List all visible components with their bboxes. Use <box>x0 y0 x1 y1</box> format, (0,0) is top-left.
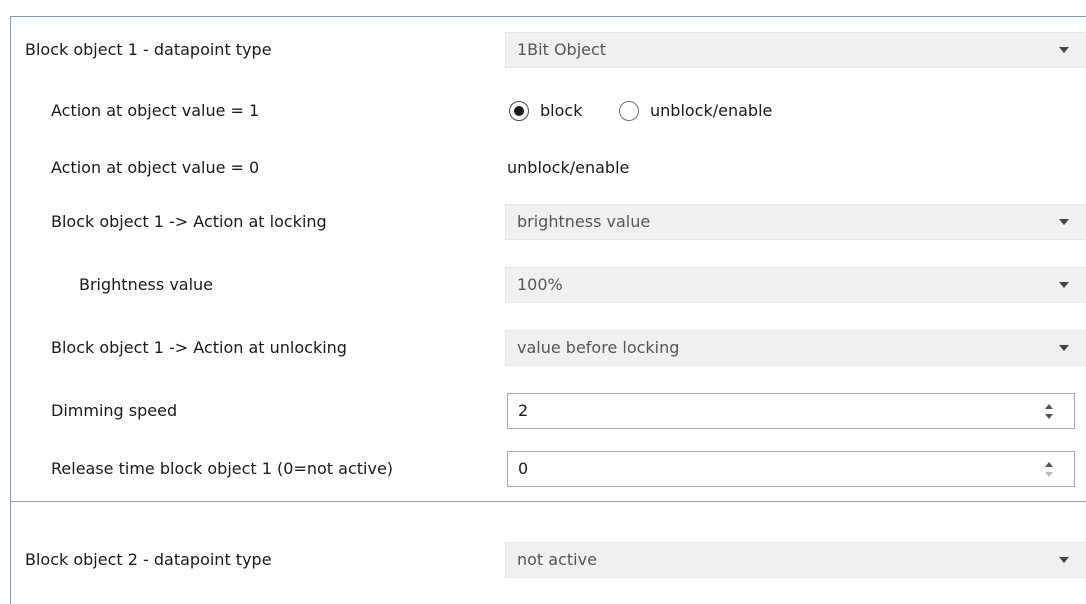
spin-down-icon[interactable] <box>1045 414 1053 419</box>
chevron-down-icon <box>1059 345 1069 351</box>
release-time-label: Release time block object 1 (0=not activ… <box>51 459 394 478</box>
row-block1-datapoint-type: Block object 1 - datapoint type 1Bit Obj… <box>11 30 1086 70</box>
dimming-speed-label: Dimming speed <box>51 401 178 420</box>
dimming-speed-value: 2 <box>518 401 529 420</box>
row-release-time: Release time block object 1 (0=not activ… <box>11 449 1086 489</box>
radio-dot-icon <box>514 106 524 116</box>
row-action-unlocking: Block object 1 -> Action at unlocking va… <box>11 328 1086 368</box>
spin-up-icon[interactable] <box>1045 404 1053 409</box>
brightness-value-dropdown[interactable]: 100% <box>505 267 1086 303</box>
block2-datapoint-type-label: Block object 2 - datapoint type <box>25 550 272 569</box>
row-block2-datapoint-type: Block object 2 - datapoint type not acti… <box>11 540 1086 580</box>
row-brightness-value: Brightness value 100% <box>11 265 1086 305</box>
block1-datapoint-type-value: 1Bit Object <box>517 40 607 59</box>
radio-block[interactable] <box>509 101 529 121</box>
spin-down-icon[interactable] <box>1045 472 1053 477</box>
row-action-value-1: Action at object value = 1 block unblock… <box>11 91 1086 131</box>
section-divider <box>11 501 1086 502</box>
action-locking-dropdown[interactable]: brightness value <box>505 204 1086 240</box>
spin-up-icon[interactable] <box>1045 462 1053 467</box>
row-action-value-0: Action at object value = 0 unblock/enabl… <box>11 148 1086 188</box>
clipped-heading-strip <box>0 0 1086 16</box>
chevron-down-icon <box>1059 557 1069 563</box>
action-value-0-value: unblock/enable <box>507 158 630 177</box>
chevron-down-icon <box>1059 219 1069 225</box>
chevron-down-icon <box>1059 47 1069 53</box>
action-unlocking-dropdown[interactable]: value before locking <box>505 330 1086 366</box>
action-unlocking-label: Block object 1 -> Action at unlocking <box>51 338 347 357</box>
block1-datapoint-type-label: Block object 1 - datapoint type <box>25 40 272 59</box>
radio-unblock-enable-label[interactable]: unblock/enable <box>650 91 772 131</box>
release-time-spinbox[interactable]: 0 <box>507 451 1075 487</box>
parameter-panel: Block object 1 - datapoint type 1Bit Obj… <box>10 16 1086 604</box>
action-unlocking-value: value before locking <box>517 338 680 357</box>
release-time-value: 0 <box>518 459 529 478</box>
brightness-value-label: Brightness value <box>79 275 214 294</box>
block2-datapoint-type-dropdown[interactable]: not active <box>505 542 1086 578</box>
chevron-down-icon <box>1059 282 1069 288</box>
block1-datapoint-type-dropdown[interactable]: 1Bit Object <box>505 32 1086 68</box>
action-locking-label: Block object 1 -> Action at locking <box>51 212 327 231</box>
action-value-1-label: Action at object value = 1 <box>51 101 260 120</box>
radio-unblock-enable[interactable] <box>619 101 639 121</box>
brightness-value-value: 100% <box>517 275 563 294</box>
radio-block-label[interactable]: block <box>540 91 582 131</box>
action-locking-value: brightness value <box>517 212 651 231</box>
action-value-0-label: Action at object value = 0 <box>51 158 260 177</box>
row-action-locking: Block object 1 -> Action at locking brig… <box>11 202 1086 242</box>
page: Block object 1 - datapoint type 1Bit Obj… <box>0 0 1086 604</box>
row-dimming-speed: Dimming speed 2 s <box>11 391 1086 431</box>
block2-datapoint-type-value: not active <box>517 550 597 569</box>
dimming-speed-spinbox[interactable]: 2 <box>507 393 1075 429</box>
